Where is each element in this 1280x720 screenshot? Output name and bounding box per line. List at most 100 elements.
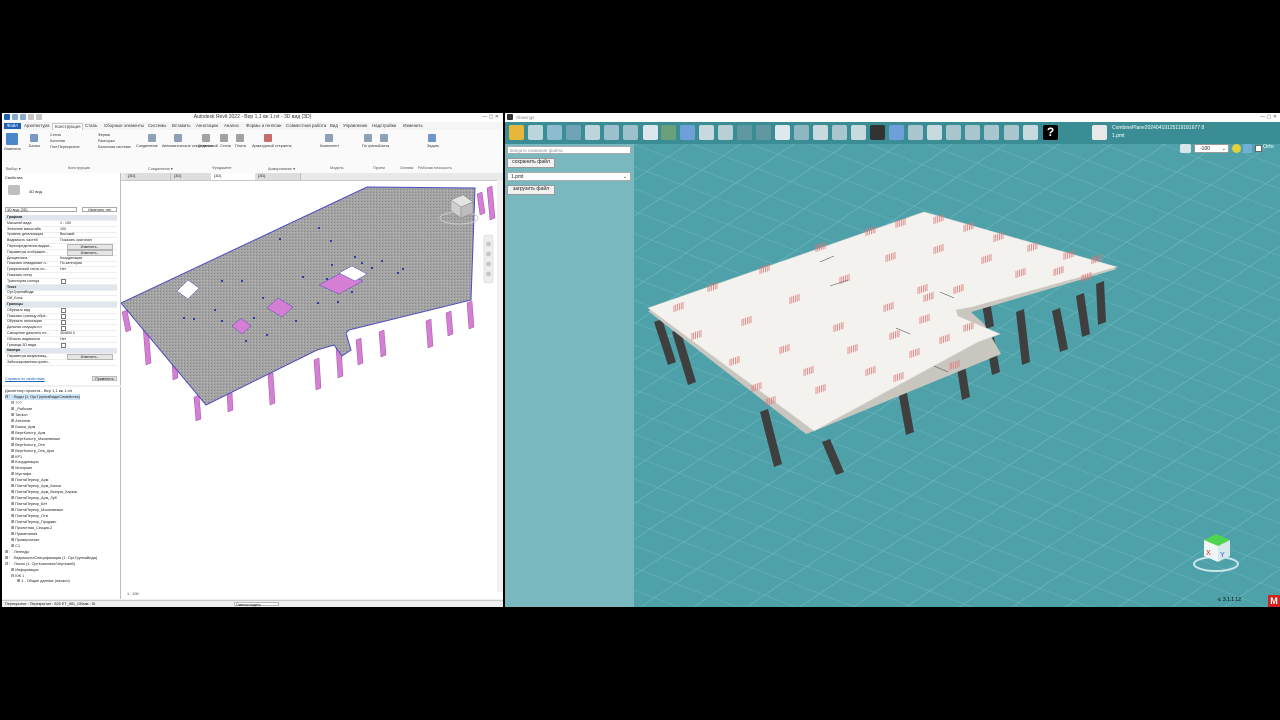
tab-manage[interactable]: Управление bbox=[343, 123, 367, 129]
revit-3d-viewport[interactable]: {3D} {3D} {3D} {3D} 1: 100 bbox=[121, 173, 503, 599]
property-checkbox[interactable] bbox=[61, 308, 66, 314]
floor-button[interactable]: Пол:Перекрытие bbox=[50, 145, 80, 149]
section-icon[interactable] bbox=[604, 125, 619, 140]
property-value[interactable]: 100 bbox=[60, 227, 66, 232]
tab-structure[interactable]: Конструкция bbox=[52, 123, 84, 130]
revit-model-view[interactable] bbox=[121, 180, 503, 592]
tab-systems[interactable]: Системы bbox=[148, 123, 166, 129]
property-checkbox[interactable] bbox=[61, 314, 66, 320]
3d-scene[interactable]: X Y -100 ⌄ Orto v. 3.1.1.12 M bbox=[634, 144, 1280, 607]
beam-system-button[interactable]: Балочная система bbox=[98, 145, 131, 149]
wall-button[interactable]: Стена bbox=[50, 133, 61, 137]
view-tab-4[interactable]: {3D} bbox=[255, 173, 301, 180]
load-file-button[interactable]: загрузить файл bbox=[507, 185, 555, 195]
panel-select[interactable]: Выбор ▾ bbox=[6, 166, 21, 171]
frame-icon[interactable] bbox=[623, 125, 638, 140]
property-checkbox[interactable] bbox=[61, 279, 66, 285]
rotate-icon[interactable] bbox=[813, 125, 828, 140]
save-file-button[interactable]: сохранить файл bbox=[507, 158, 555, 168]
ruler-icon[interactable] bbox=[984, 125, 999, 140]
export-icon[interactable] bbox=[889, 125, 904, 140]
tab-collaborate[interactable]: Совместная работа bbox=[286, 123, 326, 129]
apply-button[interactable]: Применить bbox=[92, 376, 117, 381]
chart-icon[interactable] bbox=[680, 125, 695, 140]
connection-icon[interactable] bbox=[148, 134, 156, 142]
stack-icon[interactable] bbox=[718, 125, 733, 140]
scale-icon[interactable] bbox=[794, 125, 809, 140]
search-icon[interactable] bbox=[927, 125, 942, 140]
line-icon[interactable] bbox=[756, 125, 771, 140]
column-button[interactable]: Колонна bbox=[50, 139, 65, 143]
slab-icon[interactable] bbox=[566, 125, 581, 140]
help-icon[interactable]: ? bbox=[1043, 125, 1058, 140]
zoom-fit-icon[interactable] bbox=[1180, 144, 1191, 153]
view-selector[interactable]: 3D вид: {3D} bbox=[5, 207, 77, 212]
measure-icon[interactable] bbox=[946, 125, 961, 140]
light-bulb-icon[interactable] bbox=[1232, 144, 1241, 153]
tab-precast[interactable]: Сборные элементы bbox=[104, 123, 144, 129]
trees-icon[interactable] bbox=[661, 125, 676, 140]
isolated-footing-icon[interactable] bbox=[202, 134, 210, 142]
properties-help-link[interactable]: Справка по свойствам bbox=[5, 377, 45, 381]
file-select[interactable]: 1.pmt ⌄ bbox=[507, 172, 631, 181]
tab-view[interactable]: Вид bbox=[330, 123, 338, 129]
view-tab-1[interactable]: {3D} bbox=[125, 173, 171, 180]
beam-icon[interactable] bbox=[30, 134, 38, 142]
truss-button[interactable]: Ферма bbox=[98, 133, 110, 137]
property-value[interactable]: 1 : 100 bbox=[60, 221, 71, 226]
cylinder-icon[interactable] bbox=[528, 125, 543, 140]
move-icon[interactable] bbox=[775, 125, 790, 140]
layers-icon[interactable] bbox=[699, 125, 714, 140]
tab-annotate[interactable]: Аннотации bbox=[196, 123, 218, 129]
tab-steel[interactable]: Сталь bbox=[85, 123, 97, 129]
browser-item[interactable]: ⊞ 1 - Общие данные (начало) bbox=[17, 578, 70, 584]
shaft-icon[interactable] bbox=[380, 134, 388, 142]
tab-file[interactable]: Файл bbox=[4, 123, 21, 129]
navigation-bar[interactable] bbox=[483, 234, 494, 284]
panel-connection[interactable]: Соединение ▾ bbox=[148, 166, 173, 171]
eraser-icon[interactable] bbox=[965, 125, 980, 140]
property-value[interactable]: Нет bbox=[60, 267, 66, 272]
tab-insert[interactable]: Вставить bbox=[172, 123, 191, 129]
copy-icon[interactable] bbox=[1004, 125, 1019, 140]
by-face-icon[interactable] bbox=[364, 134, 372, 142]
box-icon[interactable] bbox=[585, 125, 600, 140]
active-model-field[interactable]: Главная модель bbox=[234, 602, 279, 607]
grid-icon[interactable] bbox=[643, 125, 658, 140]
tab-analyze[interactable]: Анализ bbox=[224, 123, 239, 129]
panel-reinforcement[interactable]: Армирование ▾ bbox=[268, 166, 295, 171]
wall-footing-icon[interactable] bbox=[220, 134, 228, 142]
paint-icon[interactable] bbox=[908, 125, 923, 140]
property-value[interactable]: Показать оригинал bbox=[60, 238, 92, 243]
viewport-scrollbar[interactable] bbox=[497, 180, 503, 592]
component-icon[interactable] bbox=[325, 134, 333, 142]
rebar-icon[interactable] bbox=[264, 134, 272, 142]
set-workplane-icon[interactable] bbox=[428, 134, 436, 142]
zoom-select[interactable]: -100 ⌄ bbox=[1194, 144, 1229, 153]
property-checkbox[interactable] bbox=[61, 319, 66, 325]
tab-addins[interactable]: Надстройки bbox=[372, 123, 396, 129]
image-icon[interactable] bbox=[832, 125, 847, 140]
window-controls[interactable]: — ▢ ✕ bbox=[482, 114, 499, 120]
robot-icon[interactable] bbox=[870, 125, 885, 140]
tab-modify[interactable]: Изменить bbox=[403, 123, 423, 129]
property-value[interactable]: Координация bbox=[60, 256, 82, 261]
brace-button[interactable]: Распорка bbox=[98, 139, 115, 143]
tab-massing[interactable]: Формы и генплан bbox=[246, 123, 281, 129]
modify-arrow-icon[interactable] bbox=[6, 133, 18, 145]
view-scale[interactable]: 1 : 100 bbox=[127, 592, 139, 596]
dimension-icon[interactable] bbox=[737, 125, 752, 140]
file-name-input[interactable]: введите название файла bbox=[507, 146, 631, 154]
view-tab-3[interactable]: {3D} bbox=[211, 173, 257, 180]
wrench-icon[interactable] bbox=[1023, 125, 1038, 140]
auto-connection-icon[interactable] bbox=[174, 134, 182, 142]
folder-icon[interactable] bbox=[509, 125, 524, 140]
scene-canvas[interactable]: X Y bbox=[634, 144, 1280, 607]
property-value[interactable]: Нет bbox=[60, 337, 66, 342]
property-checkbox[interactable] bbox=[61, 343, 66, 349]
property-value[interactable]: 304800.0 bbox=[60, 331, 75, 336]
slab-footing-icon[interactable] bbox=[236, 134, 244, 142]
tab-architecture[interactable]: Архитектура bbox=[24, 123, 49, 129]
trash-icon[interactable] bbox=[1092, 125, 1107, 140]
edit-type-button[interactable]: Изменить тип bbox=[82, 207, 117, 212]
